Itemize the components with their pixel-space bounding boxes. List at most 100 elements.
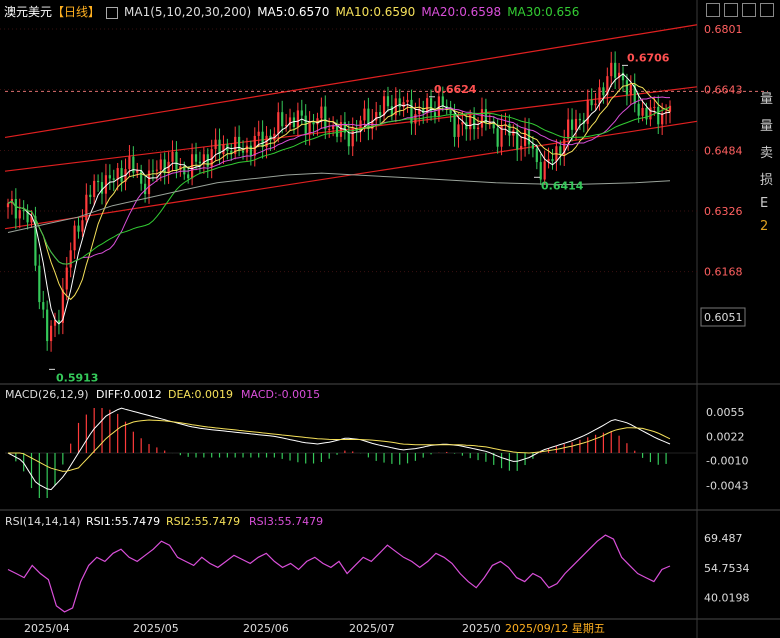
price-box-label: 0.6051 — [704, 311, 743, 324]
y-tick-label: 0.6643 — [704, 84, 743, 97]
macd-diff: DIFF:0.0012 — [96, 388, 162, 401]
candle-body — [187, 174, 190, 179]
candle-body — [543, 161, 546, 180]
candle-body — [328, 129, 331, 131]
x-tick-label: 2025/09/12 星期五 — [505, 622, 605, 635]
candle-body — [641, 107, 644, 116]
candle-body — [406, 99, 409, 103]
right-sidebar: 量 量 卖 损 E 2 — [760, 88, 780, 234]
candle-body — [441, 96, 444, 107]
candle-body — [81, 220, 84, 232]
candle-body — [602, 87, 605, 96]
candle-body — [324, 106, 327, 130]
candle-body — [22, 210, 25, 212]
macd-dea: DEA:0.0019 — [168, 388, 233, 401]
sidebar-item[interactable]: 卖 — [760, 142, 780, 161]
candle-body — [304, 115, 307, 135]
candle-body — [198, 161, 202, 164]
x-tick-label: 2025/06 — [243, 622, 289, 635]
candle-body — [100, 182, 104, 194]
candle-body — [610, 62, 613, 77]
sidebar-item[interactable]: 2 — [760, 219, 780, 234]
candle-body — [6, 203, 10, 208]
candle-body — [586, 99, 589, 124]
candle-body — [257, 131, 260, 136]
main-price-panel: 0.6706 0.6624 0.6414 0.5913 — [4, 24, 768, 384]
candle-body — [614, 62, 617, 78]
candle-body — [453, 113, 456, 137]
channel-line-middle — [4, 86, 698, 172]
macd-y-tick: -0.0043 — [706, 479, 748, 492]
candle-body — [535, 148, 538, 163]
candle-body — [410, 99, 413, 124]
candle-body — [277, 112, 280, 134]
macd-y-tick: 0.0055 — [706, 406, 745, 419]
sidebar-item[interactable]: E — [760, 196, 780, 211]
candle-body — [46, 309, 49, 342]
candle-body — [386, 96, 390, 107]
candle-body — [159, 159, 162, 170]
chart-canvas: 0.67060.66240.64140.5913 0.6801 0.6643 0.6… — [0, 0, 780, 638]
candle-body — [281, 112, 284, 127]
candle-body — [241, 150, 245, 153]
candle-body — [594, 103, 597, 106]
candle-body — [531, 144, 534, 149]
rsi-y-tick: 40.0198 — [704, 592, 750, 605]
rsi1-value: RSI1:55.7479 — [86, 515, 160, 528]
candle-body — [96, 180, 100, 183]
rsi-panel — [7, 534, 671, 613]
candle-body — [347, 132, 350, 147]
candle-body — [379, 112, 382, 116]
candle-body — [49, 325, 53, 342]
grid-lines — [0, 0, 780, 638]
macd-dea-line — [8, 419, 671, 472]
y-tick-label: 0.6484 — [704, 144, 743, 157]
annotation-label: 0.6624 — [434, 83, 477, 96]
rsi-title: RSI(14,14,14) — [5, 515, 80, 528]
candle-body — [65, 267, 68, 290]
macd-panel — [5, 407, 697, 498]
candle-body — [496, 128, 499, 147]
candle-body — [194, 154, 198, 162]
candle-body — [335, 125, 339, 137]
rsi3-value: RSI3:55.7479 — [249, 515, 323, 528]
y-tick-label: 0.6801 — [704, 23, 743, 36]
candle-body — [136, 170, 139, 173]
candle-body — [567, 119, 570, 140]
candle-body — [473, 114, 476, 130]
candle-body — [108, 175, 111, 179]
candle-body — [261, 131, 264, 148]
candle-body — [625, 80, 629, 95]
candle-body — [559, 146, 562, 155]
macd-value: MACD:-0.0015 — [241, 388, 320, 401]
rsi2-value: RSI2:55.7479 — [166, 515, 240, 528]
candle-body — [18, 210, 21, 219]
candle-body — [520, 145, 523, 150]
candle-body — [14, 198, 17, 219]
candle-body — [140, 170, 143, 184]
sidebar-item[interactable]: 损 — [760, 169, 780, 188]
candle-body — [367, 108, 370, 129]
candle-body — [155, 169, 158, 171]
sidebar-item[interactable]: 量 — [760, 88, 780, 107]
candle-body — [73, 225, 76, 251]
candle-body — [382, 96, 386, 116]
candle-body — [112, 178, 115, 180]
candle-body — [437, 96, 440, 117]
candle-body — [661, 113, 664, 125]
candle-body — [85, 194, 88, 221]
candle-body — [390, 106, 393, 116]
candle-body — [637, 103, 640, 116]
candle-body — [245, 145, 249, 153]
sidebar-item[interactable]: 量 — [760, 115, 780, 134]
candle-body — [570, 119, 574, 130]
candle-body — [42, 302, 45, 310]
candle-body — [163, 159, 166, 174]
candle-body — [629, 84, 632, 95]
macd-diff-line — [7, 407, 671, 491]
candle-body — [476, 127, 480, 130]
candle-body — [151, 170, 155, 172]
axes-labels: 0.6801 0.6643 0.6484 0.6326 0.6168 0.6051 0.00… — [24, 23, 750, 635]
candle-body — [222, 144, 225, 155]
channel-line-upper — [4, 24, 698, 139]
